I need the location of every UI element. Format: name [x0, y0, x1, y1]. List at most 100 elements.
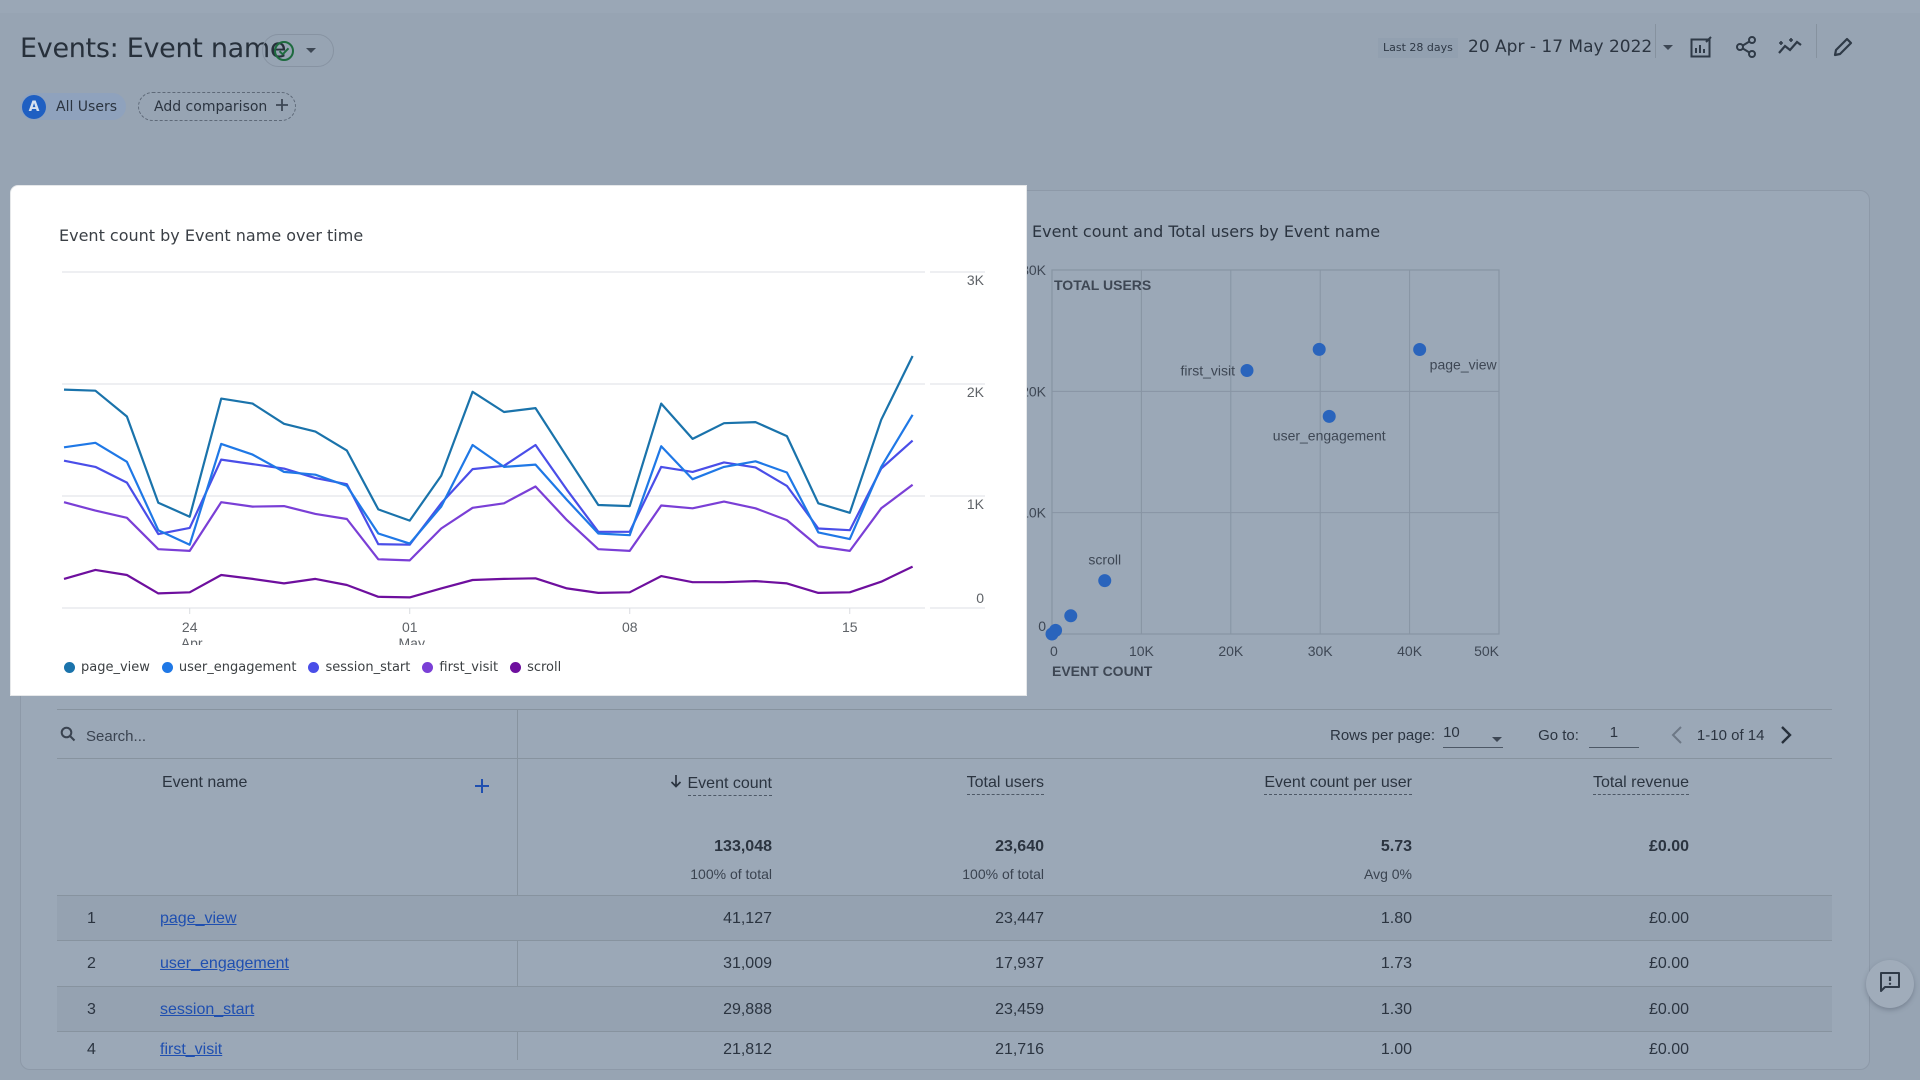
x-tick-label: 10K	[1129, 643, 1155, 659]
date-preset-label: Last 28 days	[1378, 38, 1458, 58]
segment-chip-all-users[interactable]: A All Users	[20, 93, 126, 120]
previous-page-icon[interactable]	[1671, 725, 1683, 745]
legend-item-page-view[interactable]: page_view	[64, 660, 150, 675]
row-event-count: 29,888	[723, 1000, 772, 1018]
scatter-point-label: page_view	[1430, 357, 1498, 373]
legend-label: page_view	[81, 660, 150, 675]
table-row[interactable]: 3 session_start 29,888 23,459 1.30 £0.00	[57, 986, 1832, 1032]
row-total-revenue: £0.00	[1648, 1040, 1689, 1058]
customize-report-icon[interactable]	[1686, 32, 1716, 62]
y-tick-label: 0	[1038, 618, 1046, 634]
y-tick-label: 3K	[967, 272, 985, 288]
share-icon[interactable]	[1731, 32, 1761, 62]
table-row[interactable]: 4 first_visit 21,812 21,716 1.00 £0.00	[57, 1032, 1832, 1067]
event-name-link[interactable]: first_visit	[160, 1041, 222, 1058]
scatter-point-session-start[interactable]	[1312, 342, 1326, 356]
event-name-link[interactable]: user_engagement	[160, 955, 289, 972]
column-header-event-count-per-user[interactable]: Event count per user	[1264, 774, 1412, 795]
row-rank: 4	[87, 1040, 96, 1058]
total-revenue-total: £0.00	[1648, 838, 1689, 855]
row-rank: 2	[87, 955, 96, 973]
goto-page-input[interactable]: 1	[1588, 722, 1639, 748]
legend-item-session-start[interactable]: session_start	[308, 660, 410, 675]
column-header-event-name: Event name	[162, 774, 247, 792]
rows-per-page-value: 10	[1443, 724, 1460, 741]
toolbar-divider	[1655, 24, 1656, 58]
scatter-point-first-visit[interactable]	[1240, 364, 1254, 378]
total-event-count-share: 100% of total	[690, 866, 772, 882]
page-range: 1-10 of 14	[1696, 726, 1765, 744]
line-chart: 0 1K 2K 3K 24Apr 01May 08 15	[62, 271, 985, 645]
row-total-revenue: £0.00	[1648, 1000, 1689, 1018]
legend-dot-icon	[64, 662, 75, 673]
scatter-point-user-engagement[interactable]	[1322, 409, 1336, 423]
row-event-name: session_start	[160, 987, 254, 1032]
table-row[interactable]: 1 page_view 41,127 23,447 1.80 £0.00	[57, 896, 1832, 941]
legend-item-first-visit[interactable]: first_visit	[422, 660, 498, 675]
legend-dot-icon	[308, 662, 320, 673]
legend-label: scroll	[527, 660, 562, 675]
scatter-point-other-1[interactable]	[1064, 609, 1078, 623]
row-event-name: user_engagement	[160, 941, 289, 986]
pagination: Rows per page: 10 Go to: 1 1-10 of 14	[1330, 718, 1793, 752]
add-dimension-plus-icon[interactable]	[474, 778, 490, 799]
rows-per-page-label: Rows per page:	[1330, 726, 1436, 744]
event-name-link[interactable]: session_start	[160, 1001, 254, 1018]
scatter-point-label: first_visit	[1181, 363, 1236, 379]
check-circle-icon	[273, 40, 295, 62]
sort-descending-icon	[670, 774, 682, 793]
table-row[interactable]: 2 user_engagement 31,009 17,937 1.73 £0.00	[57, 941, 1832, 986]
x-tick-sublabel: May	[399, 635, 425, 645]
feedback-button[interactable]	[1866, 960, 1914, 1008]
goto-label: Go to:	[1538, 726, 1579, 744]
legend-item-scroll[interactable]: scroll	[510, 660, 561, 675]
search-input[interactable]	[86, 727, 466, 745]
legend-item-user-engagement[interactable]: user_engagement	[161, 660, 296, 675]
line-chart-legend: page_view user_engagement session_start fir…	[64, 660, 561, 675]
total-users-share: 100% of total	[962, 866, 1044, 882]
row-total-users: 23,459	[995, 1000, 1044, 1018]
scatter-point-other-3[interactable]	[1045, 627, 1059, 641]
segment-avatar: A	[22, 94, 46, 119]
series-line-scroll[interactable]	[63, 565, 914, 599]
column-header-total-users[interactable]: Total users	[966, 774, 1044, 795]
y-tick-label: 1K	[967, 496, 985, 512]
row-rank: 3	[87, 1000, 96, 1018]
x-tick-sublabel: Apr	[181, 635, 203, 645]
x-tick-label: 30K	[1308, 643, 1334, 659]
event-name-link[interactable]: page_view	[160, 910, 237, 927]
table-top-border	[57, 709, 1832, 710]
y-axis-title: TOTAL USERS	[1054, 277, 1151, 293]
add-comparison-button[interactable]: Add comparison	[138, 92, 296, 121]
insights-icon[interactable]	[1775, 32, 1805, 62]
column-header-total-revenue[interactable]: Total revenue	[1592, 774, 1689, 795]
x-tick-label: 08	[622, 619, 638, 635]
line-chart-title: Event count by Event name over time	[59, 226, 364, 245]
table-search[interactable]	[60, 720, 500, 752]
row-event-count-per-user: 1.00	[1380, 1040, 1412, 1058]
row-total-revenue: £0.00	[1648, 955, 1689, 973]
x-tick-label: 01	[402, 619, 418, 635]
scatter-point-scroll[interactable]	[1098, 574, 1112, 588]
top-strip	[0, 0, 1920, 13]
report-status-dropdown[interactable]	[262, 34, 334, 67]
row-event-count: 41,127	[723, 910, 772, 927]
rows-per-page-select[interactable]: 10	[1443, 722, 1504, 748]
scatter-point-page-view[interactable]	[1413, 343, 1427, 357]
row-total-users: 21,716	[995, 1040, 1044, 1058]
row-total-users: 17,937	[995, 955, 1044, 973]
x-tick-label: 50K	[1474, 643, 1500, 659]
column-label: Event count	[687, 775, 772, 796]
x-tick-label: 40K	[1397, 643, 1423, 659]
total-event-count-per-user: 5.73	[1380, 838, 1412, 855]
x-axis-title: EVENT COUNT	[1052, 663, 1153, 679]
plus-icon	[275, 98, 289, 116]
date-range-picker[interactable]: 20 Apr - 17 May 2022	[1468, 33, 1674, 61]
plot-area	[1051, 269, 1500, 635]
edit-pencil-icon[interactable]	[1828, 32, 1858, 62]
next-page-icon[interactable]	[1780, 725, 1793, 745]
total-event-count: 133,048	[714, 838, 772, 855]
row-event-name: first_visit	[160, 1032, 222, 1067]
y-tick-label: 0	[976, 590, 984, 606]
column-header-event-count[interactable]: Event count	[670, 774, 772, 796]
